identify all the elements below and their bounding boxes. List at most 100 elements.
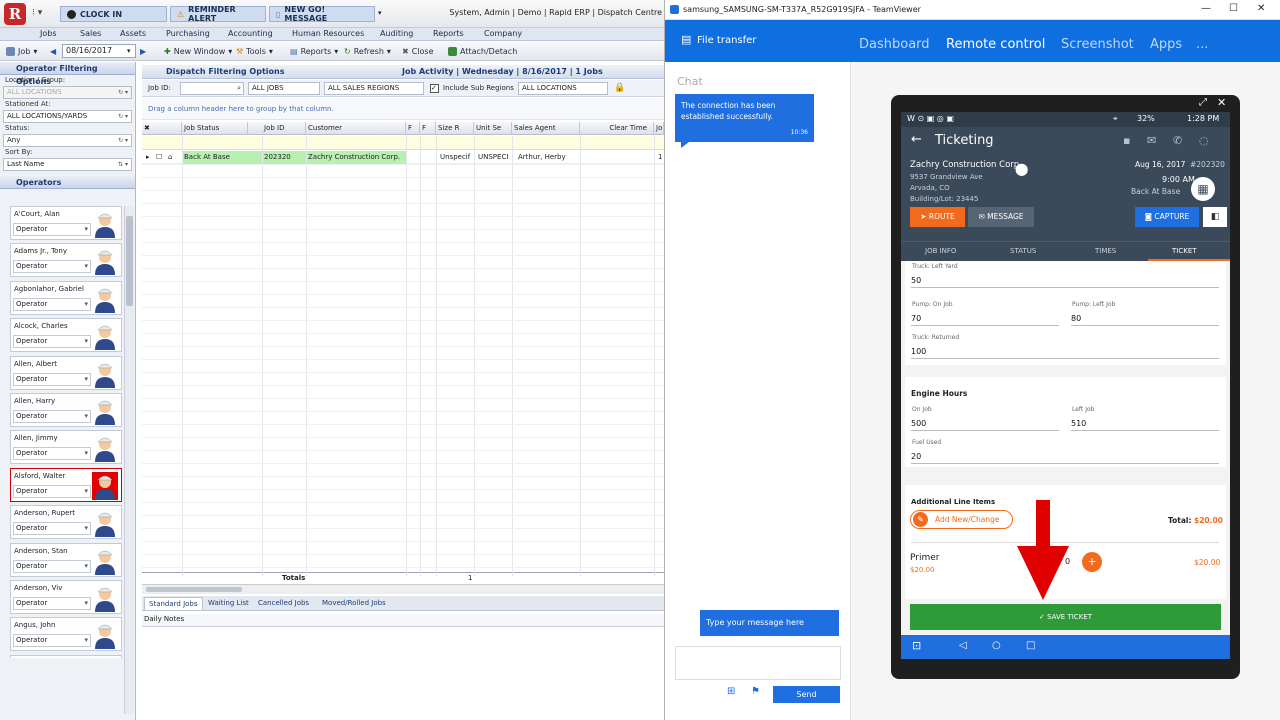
lock-icon[interactable]: 🔒 <box>614 83 625 93</box>
nav-more[interactable]: ... <box>1196 37 1208 52</box>
operator-card[interactable]: Alsford, Walter Operator <box>10 467 122 502</box>
screen-icon[interactable]: ⊞ <box>727 686 735 697</box>
reminder-alert-button[interactable]: ⚠ REMINDER ALERT <box>170 5 266 23</box>
tab-job-info[interactable]: JOB INFO <box>925 247 956 255</box>
operator-role-dropdown[interactable]: Operator <box>13 410 91 423</box>
all-jobs-dropdown[interactable]: ALL JOBS <box>248 82 320 95</box>
maximize-icon[interactable]: ☐ <box>1229 3 1238 14</box>
nav-dashboard[interactable]: Dashboard <box>859 37 930 52</box>
operator-role-dropdown[interactable]: Operator <box>13 335 91 349</box>
pump-on-job-field[interactable]: 70 <box>911 314 1059 326</box>
fuel-used-field[interactable]: 20 <box>911 452 1219 464</box>
daily-notes[interactable]: Daily Notes <box>142 614 664 627</box>
operator-card[interactable]: Anderson, Viv Operator <box>10 580 122 614</box>
operator-card[interactable]: Agbonlahor, Gabriel Operator <box>10 280 122 315</box>
nav-screenshot[interactable]: Screenshot <box>1061 37 1134 52</box>
menu-company[interactable]: Company <box>484 29 522 38</box>
operator-role-dropdown[interactable]: Operator <box>13 634 91 648</box>
building-icon[interactable]: ▦ <box>1191 177 1215 201</box>
column-unit[interactable]: Unit Se <box>474 122 512 135</box>
tab-waiting-list[interactable]: Waiting List <box>204 597 253 610</box>
operator-card[interactable]: Allen, Harry Operator <box>10 393 122 427</box>
route-button[interactable]: ➤ ROUTE <box>910 207 965 227</box>
menu-sales[interactable]: Sales <box>80 29 101 38</box>
close-icon[interactable]: ✕ <box>1217 96 1226 109</box>
job-id-input[interactable]: ⌕ <box>180 82 244 95</box>
home-nav-icon[interactable]: ○ <box>992 640 1001 651</box>
column-filter-row[interactable] <box>142 136 664 150</box>
date-dropdown-icon[interactable]: ▾ <box>127 47 131 55</box>
menu-grip-icon[interactable]: ⁝ ▾ <box>32 8 42 18</box>
minimize-icon[interactable]: — <box>1201 3 1211 14</box>
alert-icon[interactable]: ⚑ <box>751 686 760 697</box>
scroll-thumb[interactable] <box>126 216 133 306</box>
operator-card[interactable]: Allen, Jimmy Operator <box>10 430 122 465</box>
new-window-button[interactable]: ✚ New Window ▾ <box>164 45 232 58</box>
close-button[interactable]: ✖ Close <box>402 45 434 58</box>
briefcase-icon[interactable]: ▪ <box>1123 134 1130 147</box>
attach-detach-button[interactable]: Attach/Detach <box>448 45 517 58</box>
tools-button[interactable]: ⚒ Tools ▾ <box>236 45 273 58</box>
stationed-dropdown[interactable]: ALL LOCATIONS/YARDS ↻ ▾ <box>3 110 132 123</box>
recents-nav-icon[interactable]: □ <box>1026 640 1035 651</box>
menu-purchasing[interactable]: Purchasing <box>166 29 210 38</box>
add-change-button[interactable]: ✎ Add New/Change <box>910 510 1013 529</box>
group-by-area[interactable]: Drag a column header here to group by th… <box>142 98 664 120</box>
send-button[interactable]: Send <box>773 686 840 703</box>
expand-icon[interactable]: ⤢ <box>1199 97 1207 108</box>
operator-card[interactable]: A'Court, Alan Operator <box>10 206 122 240</box>
nav-apps[interactable]: Apps <box>1150 37 1182 52</box>
map-pin-icon[interactable]: ⬤ <box>1015 162 1028 176</box>
menu-jobs[interactable]: Jobs <box>40 29 57 38</box>
date-field[interactable]: 08/16/2017 <box>62 44 136 58</box>
clock-in-button[interactable]: CLOCK IN <box>60 6 167 22</box>
operator-card[interactable]: Armitage, GeorgeOperator <box>10 654 122 658</box>
left-job-field[interactable]: 510 <box>1071 419 1219 431</box>
tab-standard-jobs[interactable]: Standard Jobs <box>144 597 203 610</box>
operator-role-dropdown[interactable]: Operator <box>13 559 91 573</box>
truck-returned-field[interactable]: 100 <box>911 347 1219 359</box>
on-job-field[interactable]: 500 <box>911 419 1059 431</box>
operator-card[interactable]: Anderson, Stan Operator <box>10 542 122 577</box>
operator-role-dropdown[interactable]: Operator <box>13 597 91 610</box>
column-f2[interactable]: F <box>420 122 436 135</box>
chat-input[interactable] <box>675 646 841 680</box>
save-ticket-button[interactable]: ✓ SAVE TICKET <box>910 604 1221 630</box>
column-job-status[interactable]: Job Status <box>182 122 248 135</box>
column-f1[interactable]: F <box>406 122 420 135</box>
increment-button[interactable]: + <box>1082 552 1102 572</box>
menu-human-resources[interactable]: Human Resources <box>292 29 364 38</box>
tab-cancelled-jobs[interactable]: Cancelled Jobs <box>254 597 313 610</box>
operator-card[interactable]: Allen, Albert Operator <box>10 355 122 390</box>
menu-assets[interactable]: Assets <box>120 29 146 38</box>
column-select[interactable]: ✖ <box>142 122 182 135</box>
refresh-button[interactable]: ↻ Refresh ▾ <box>344 45 391 58</box>
include-sub-checkbox[interactable]: ✓ <box>430 84 439 93</box>
tab-status[interactable]: STATUS <box>1010 247 1036 255</box>
capture-button[interactable]: ◙ CAPTURE <box>1135 207 1199 227</box>
tab-ticket[interactable]: TICKET <box>1172 247 1197 255</box>
teamviewer-quick-icon[interactable]: ⊡ <box>912 639 921 652</box>
job-menu-button[interactable]: Job ▾ <box>6 45 37 58</box>
operator-card[interactable]: Alcock, Charles Operator <box>10 318 122 353</box>
row-checkbox[interactable]: ☐ <box>154 151 164 164</box>
operator-role-dropdown[interactable]: Operator <box>13 260 91 274</box>
phone-icon[interactable]: ✆ <box>1173 134 1182 147</box>
tab-moved-rolled-jobs[interactable]: Moved/Rolled Jobs <box>318 597 390 610</box>
column-sales-agent[interactable]: Sales Agent <box>512 122 580 135</box>
message-button[interactable]: ✉ MESSAGE <box>968 207 1034 227</box>
locations-dropdown[interactable]: ALL LOCATIONS <box>518 82 608 95</box>
reports-button[interactable]: ▤ Reports ▾ <box>290 45 338 58</box>
operator-role-dropdown[interactable]: Operator <box>13 223 91 236</box>
mail-icon[interactable]: ✉ <box>1147 134 1156 147</box>
operator-scrollbar[interactable] <box>124 206 134 714</box>
back-arrow-icon[interactable]: ← <box>911 132 922 147</box>
tab-times[interactable]: TIMES <box>1095 247 1116 255</box>
operator-filter-header[interactable]: Operator Filtering Options <box>0 62 135 86</box>
operator-card[interactable]: Anderson, Rupert Operator <box>10 505 122 540</box>
location-dropdown[interactable]: ALL LOCATIONS ↻ ▾ <box>3 86 132 99</box>
bulb-icon[interactable]: ◌ <box>1199 134 1209 147</box>
pump-left-job-field[interactable]: 80 <box>1071 314 1219 326</box>
operator-role-dropdown[interactable]: Operator <box>13 447 91 461</box>
menu-accounting[interactable]: Accounting <box>228 29 273 38</box>
